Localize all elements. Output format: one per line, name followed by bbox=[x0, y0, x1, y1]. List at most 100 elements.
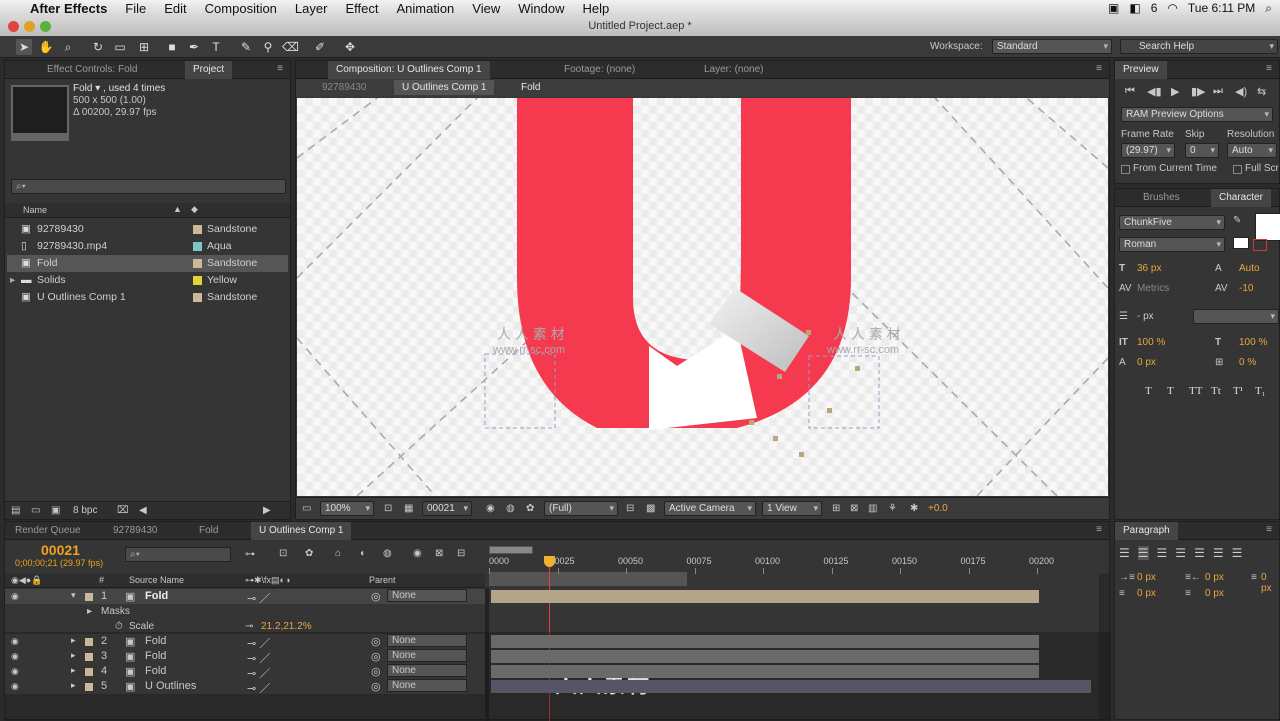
resolution-select[interactable]: (Full) bbox=[544, 501, 618, 516]
layer-label-swatch[interactable] bbox=[85, 593, 93, 601]
layer-label-swatch[interactable] bbox=[85, 653, 93, 661]
parent-pickwhip-icon[interactable]: ◎ bbox=[371, 665, 381, 678]
roto-brush-tool-icon[interactable]: ✐ bbox=[312, 39, 328, 55]
menu-help[interactable]: Help bbox=[582, 1, 609, 16]
spotlight-icon[interactable]: ⌕ bbox=[1265, 1, 1272, 16]
switches-icon[interactable]: ⊸ ／ bbox=[247, 680, 270, 696]
layer-duration-bar[interactable] bbox=[491, 680, 1091, 693]
transparency-grid-icon[interactable]: ▩ bbox=[646, 503, 655, 514]
justify-center-icon[interactable]: ☰ bbox=[1194, 546, 1205, 560]
layer-label-swatch[interactable] bbox=[85, 683, 93, 691]
fast-preview-icon[interactable]: ⊠ bbox=[850, 503, 858, 514]
interpret-footage-icon[interactable]: ▤ bbox=[11, 505, 20, 516]
indent-right-value[interactable]: 0 px bbox=[1205, 572, 1224, 583]
fill-color-swatch[interactable] bbox=[1255, 213, 1280, 241]
tab-brushes[interactable]: Brushes bbox=[1135, 189, 1188, 207]
menu-layer[interactable]: Layer bbox=[295, 1, 328, 16]
font-style-select[interactable]: Roman bbox=[1119, 237, 1225, 252]
app-menu[interactable]: After Effects bbox=[30, 1, 107, 16]
label-swatch[interactable] bbox=[193, 293, 202, 302]
hand-tool-icon[interactable]: ✋ bbox=[38, 39, 54, 55]
paragraph-menu-icon[interactable]: ≡ bbox=[1263, 524, 1275, 536]
show-snapshot-icon[interactable]: ◍ bbox=[506, 503, 515, 514]
baseline-value[interactable]: 0 px bbox=[1137, 357, 1156, 368]
stroke-width-value[interactable]: - px bbox=[1137, 311, 1154, 322]
resolution-select[interactable]: Auto bbox=[1227, 143, 1277, 158]
justify-left-icon[interactable]: ☰ bbox=[1175, 546, 1186, 560]
exposure-value[interactable]: +0.0 bbox=[928, 503, 948, 514]
preview-menu-icon[interactable]: ≡ bbox=[1263, 63, 1275, 75]
loop-icon[interactable]: ⇆ bbox=[1257, 85, 1266, 98]
trash-icon[interactable]: ⌧ bbox=[117, 505, 129, 516]
from-current-checkbox[interactable] bbox=[1121, 165, 1130, 174]
flowchart-icon[interactable]: ⚘ bbox=[888, 503, 897, 514]
horizontal-scale-value[interactable]: 100 % bbox=[1239, 337, 1267, 348]
project-item[interactable]: ▯ 92789430.mp4 Aqua bbox=[7, 238, 288, 255]
twirl-icon[interactable]: ▸ bbox=[71, 665, 76, 676]
folder-twirl-icon[interactable]: ▸ bbox=[10, 272, 15, 289]
current-time-display[interactable]: 00021 bbox=[422, 501, 472, 516]
puppet-tool-icon[interactable]: ✥ bbox=[342, 39, 358, 55]
full-screen-checkbox[interactable] bbox=[1233, 165, 1242, 174]
tracking-value[interactable]: -10 bbox=[1239, 283, 1253, 294]
tab-character[interactable]: Character bbox=[1211, 189, 1271, 207]
label-col-icon[interactable]: ◆ bbox=[191, 204, 198, 215]
scroll-left-icon[interactable]: ◀ bbox=[139, 505, 147, 516]
layer-name[interactable]: Fold bbox=[145, 665, 166, 677]
justify-right-icon[interactable]: ☰ bbox=[1213, 546, 1224, 560]
exposure-icon[interactable]: ✱ bbox=[910, 503, 918, 514]
type-style-button[interactable]: TT bbox=[1189, 385, 1202, 397]
font-size-value[interactable]: 36 px bbox=[1137, 263, 1161, 274]
tsume-value[interactable]: 0 % bbox=[1239, 357, 1256, 368]
work-area-bar[interactable] bbox=[489, 572, 687, 586]
channel-icon[interactable]: ✿ bbox=[526, 503, 534, 514]
clone-stamp-tool-icon[interactable]: ⚲ bbox=[260, 39, 276, 55]
live-update-icon[interactable]: ⊟ bbox=[457, 548, 465, 559]
col-name[interactable]: Name bbox=[23, 205, 47, 215]
tab-comp-92789430[interactable]: 92789430 bbox=[105, 522, 166, 540]
kerning-value[interactable]: Metrics bbox=[1137, 283, 1169, 294]
indent-left-value[interactable]: 0 px bbox=[1137, 572, 1156, 583]
new-comp-icon[interactable]: ▣ bbox=[51, 505, 60, 516]
parent-select[interactable]: None bbox=[387, 679, 467, 692]
eye-icon[interactable]: ◉ bbox=[11, 636, 19, 647]
tab-footage[interactable]: Footage: (none) bbox=[556, 61, 643, 79]
menu-animation[interactable]: Animation bbox=[396, 1, 454, 16]
type-style-button[interactable]: T bbox=[1167, 385, 1174, 397]
clock[interactable]: Tue 6:11 PM bbox=[1188, 1, 1255, 15]
breadcrumb-item-0[interactable]: 92789430 bbox=[322, 82, 367, 93]
sort-icon[interactable]: ▲ bbox=[173, 204, 182, 214]
eye-icon[interactable]: ◉ bbox=[11, 666, 19, 677]
menu-composition[interactable]: Composition bbox=[205, 1, 277, 16]
first-line-value[interactable]: 0 px bbox=[1261, 572, 1279, 594]
rectangle-tool-icon[interactable]: ■ bbox=[164, 39, 180, 55]
label-swatch[interactable] bbox=[193, 276, 202, 285]
type-style-button[interactable]: T₁ bbox=[1255, 385, 1266, 397]
tab-composition[interactable]: Composition: U Outlines Comp 1 bbox=[328, 61, 490, 79]
breadcrumb-item-1[interactable]: U Outlines Comp 1 bbox=[394, 80, 495, 95]
align-center-icon[interactable]: ☰ bbox=[1137, 546, 1149, 560]
label-swatch[interactable] bbox=[193, 242, 202, 251]
tab-project[interactable]: Project bbox=[185, 61, 233, 79]
first-frame-icon[interactable]: ⏮ bbox=[1125, 85, 1135, 98]
minimize-window-button[interactable] bbox=[24, 21, 35, 32]
scroll-right-icon[interactable]: ▶ bbox=[263, 505, 271, 516]
layer-label-swatch[interactable] bbox=[85, 668, 93, 676]
timeline-timecode[interactable]: 00021 bbox=[41, 542, 80, 558]
eye-icon[interactable]: ◉ bbox=[11, 591, 19, 602]
menu-effect[interactable]: Effect bbox=[345, 1, 378, 16]
align-left-icon[interactable]: ☰ bbox=[1119, 546, 1130, 560]
auto-keyframe-icon[interactable]: ◉ bbox=[413, 548, 422, 559]
tab-render-queue[interactable]: Render Queue bbox=[7, 522, 89, 540]
search-help-input[interactable]: Search Help bbox=[1120, 39, 1278, 54]
comp-canvas[interactable]: 人 人 素 材 www.rr-sc.com 人 人 素 材 www.rr-sc.… bbox=[297, 98, 1108, 496]
font-family-select[interactable]: ChunkFive bbox=[1119, 215, 1225, 230]
layer-name[interactable]: Fold bbox=[145, 635, 166, 647]
camera-icon[interactable]: ▣ bbox=[1108, 1, 1119, 15]
masks-twirl-icon[interactable]: ▸ bbox=[87, 606, 92, 617]
new-folder-icon[interactable]: ▭ bbox=[31, 505, 40, 516]
type-style-button[interactable]: T bbox=[1145, 385, 1152, 397]
scale-value[interactable]: 21.2,21.2% bbox=[261, 621, 312, 632]
selection-tool-icon[interactable]: ➤ bbox=[16, 39, 32, 55]
twirl-icon[interactable]: ▸ bbox=[71, 680, 76, 691]
